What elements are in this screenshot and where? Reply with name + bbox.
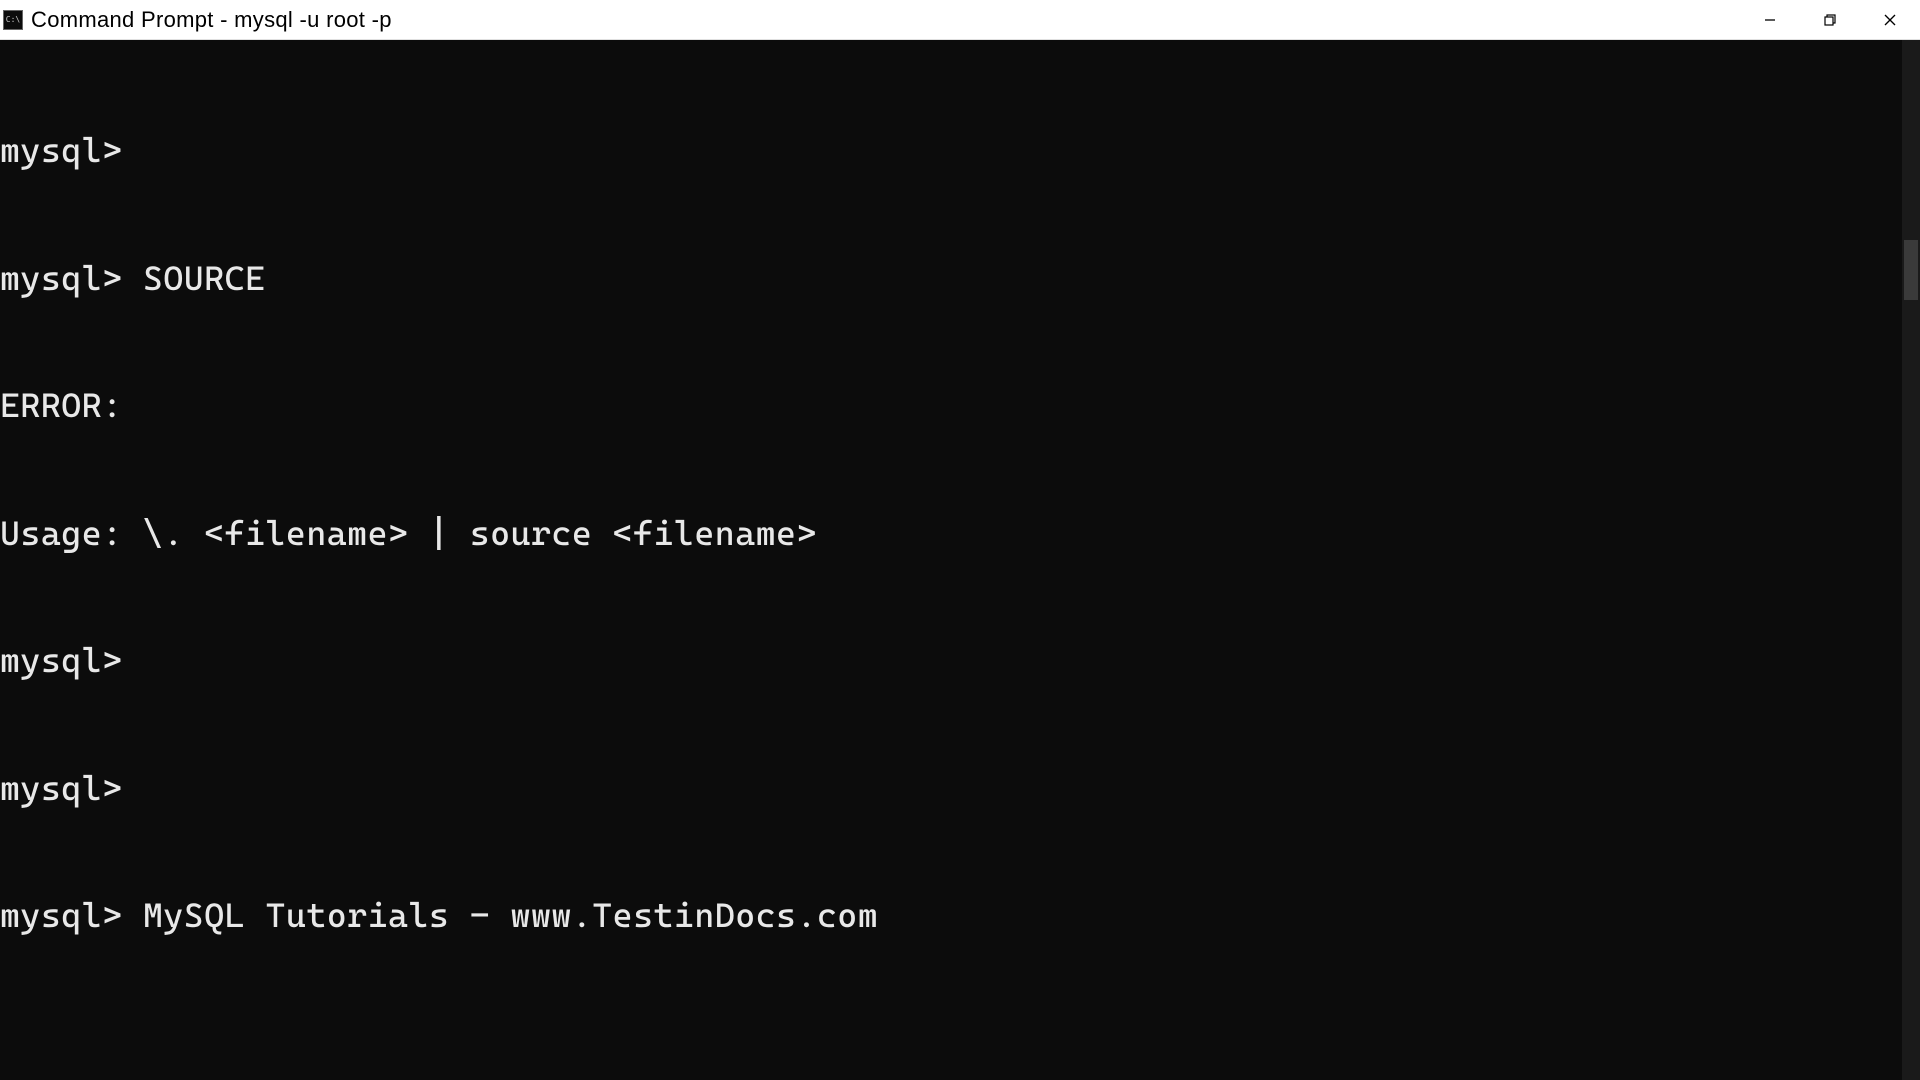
terminal-line: ERROR:: [0, 384, 1920, 427]
close-icon: [1883, 13, 1897, 27]
window-title: Command Prompt - mysql -u root -p: [31, 7, 1740, 33]
window-controls: [1740, 0, 1920, 39]
terminal-line: mysql>: [0, 129, 1920, 172]
terminal-line: mysql> MySQL Tutorials - www.TestinDocs.…: [0, 894, 1920, 937]
terminal-line: Usage: \. <filename> | source <filename>: [0, 512, 1920, 555]
minimize-button[interactable]: [1740, 0, 1800, 39]
maximize-icon: [1823, 13, 1837, 27]
command-prompt-window: C:\ Command Prompt - mysql -u root -p: [0, 0, 1920, 1080]
app-icon: C:\: [3, 10, 23, 30]
terminal-body[interactable]: mysql> mysql> SOURCE ERROR: Usage: \. <f…: [0, 40, 1920, 1080]
scrollbar-track[interactable]: [1902, 40, 1920, 1080]
minimize-icon: [1763, 13, 1777, 27]
terminal-line: mysql> SOURCE: [0, 257, 1920, 300]
terminal-content: mysql> mysql> SOURCE ERROR: Usage: \. <f…: [0, 40, 1920, 1022]
terminal-line: mysql>: [0, 767, 1920, 810]
close-button[interactable]: [1860, 0, 1920, 39]
titlebar[interactable]: C:\ Command Prompt - mysql -u root -p: [0, 0, 1920, 40]
maximize-button[interactable]: [1800, 0, 1860, 39]
scrollbar-thumb[interactable]: [1904, 240, 1918, 300]
terminal-line: mysql>: [0, 639, 1920, 682]
